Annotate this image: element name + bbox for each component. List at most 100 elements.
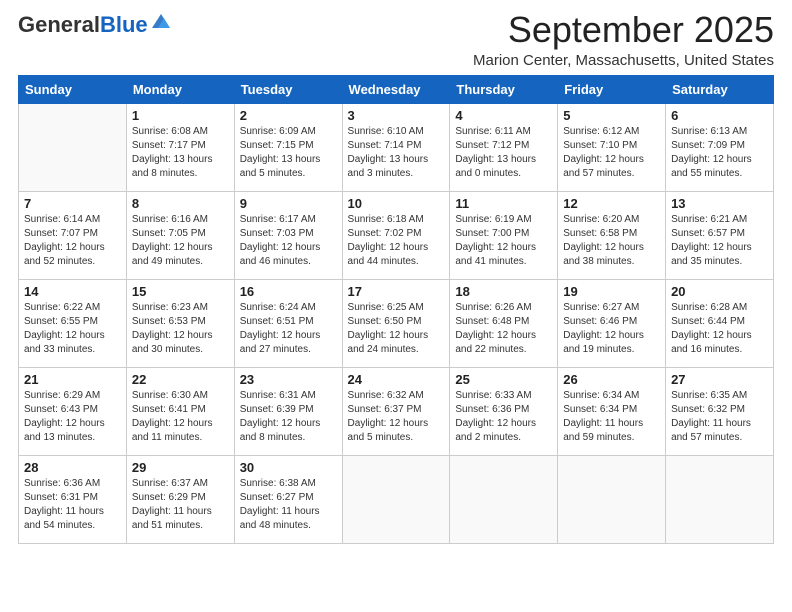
day-info: Sunrise: 6:37 AM Sunset: 6:29 PM Dayligh… — [132, 477, 229, 533]
day-info: Sunrise: 6:16 AM Sunset: 7:05 PM Dayligh… — [132, 213, 229, 269]
calendar-cell: 26 Sunrise: 6:34 AM Sunset: 6:34 PM Dayli… — [558, 367, 666, 455]
day-info: Sunrise: 6:30 AM Sunset: 6:41 PM Dayligh… — [132, 389, 229, 445]
day-number: 12 — [563, 196, 660, 211]
calendar-cell: 25 Sunrise: 6:33 AM Sunset: 6:36 PM Dayli… — [450, 367, 558, 455]
day-number: 30 — [240, 460, 337, 475]
day-number: 20 — [671, 284, 768, 299]
day-info: Sunrise: 6:34 AM Sunset: 6:34 PM Dayligh… — [563, 389, 660, 445]
logo-icon — [150, 10, 172, 32]
day-number: 23 — [240, 372, 337, 387]
day-info: Sunrise: 6:19 AM Sunset: 7:00 PM Dayligh… — [455, 213, 552, 269]
day-number: 18 — [455, 284, 552, 299]
day-number: 27 — [671, 372, 768, 387]
calendar-cell: 19 Sunrise: 6:27 AM Sunset: 6:46 PM Dayli… — [558, 279, 666, 367]
day-info: Sunrise: 6:09 AM Sunset: 7:15 PM Dayligh… — [240, 125, 337, 181]
header-monday: Monday — [126, 75, 234, 103]
day-info: Sunrise: 6:25 AM Sunset: 6:50 PM Dayligh… — [348, 301, 445, 357]
calendar-cell: 30 Sunrise: 6:38 AM Sunset: 6:27 PM Dayli… — [234, 455, 342, 543]
day-info: Sunrise: 6:27 AM Sunset: 6:46 PM Dayligh… — [563, 301, 660, 357]
calendar-cell: 27 Sunrise: 6:35 AM Sunset: 6:32 PM Dayli… — [666, 367, 774, 455]
calendar-cell: 29Sunrise: 6:37 AM Sunset: 6:29 PM Dayli… — [126, 455, 234, 543]
calendar-week-4: 28 Sunrise: 6:36 AM Sunset: 6:31 PM Dayli… — [19, 455, 774, 543]
calendar-cell: 15 Sunrise: 6:23 AM Sunset: 6:53 PM Dayli… — [126, 279, 234, 367]
day-info: Sunrise: 6:28 AM Sunset: 6:44 PM Dayligh… — [671, 301, 768, 357]
day-number: 8 — [132, 196, 229, 211]
calendar-cell: 9Sunrise: 6:17 AM Sunset: 7:03 PM Daylig… — [234, 191, 342, 279]
logo: GeneralBlue — [18, 14, 172, 36]
day-number: 17 — [348, 284, 445, 299]
calendar-week-0: 1 Sunrise: 6:08 AM Sunset: 7:17 PM Daylig… — [19, 103, 774, 191]
day-number: 7 — [24, 196, 121, 211]
calendar-cell: 8 Sunrise: 6:16 AM Sunset: 7:05 PM Daylig… — [126, 191, 234, 279]
day-info: Sunrise: 6:33 AM Sunset: 6:36 PM Dayligh… — [455, 389, 552, 445]
header: GeneralBlue September 2025 Marion Center… — [18, 10, 774, 69]
day-info: Sunrise: 6:10 AM Sunset: 7:14 PM Dayligh… — [348, 125, 445, 181]
day-info: Sunrise: 6:21 AM Sunset: 6:57 PM Dayligh… — [671, 213, 768, 269]
calendar-cell: 6 Sunrise: 6:13 AM Sunset: 7:09 PM Daylig… — [666, 103, 774, 191]
day-number: 15 — [132, 284, 229, 299]
calendar-cell: 24Sunrise: 6:32 AM Sunset: 6:37 PM Dayli… — [342, 367, 450, 455]
calendar-cell: 2 Sunrise: 6:09 AM Sunset: 7:15 PM Daylig… — [234, 103, 342, 191]
header-thursday: Thursday — [450, 75, 558, 103]
day-number: 28 — [24, 460, 121, 475]
header-wednesday: Wednesday — [342, 75, 450, 103]
day-info: Sunrise: 6:14 AM Sunset: 7:07 PM Dayligh… — [24, 213, 121, 269]
day-info: Sunrise: 6:11 AM Sunset: 7:12 PM Dayligh… — [455, 125, 552, 181]
day-number: 6 — [671, 108, 768, 123]
day-info: Sunrise: 6:08 AM Sunset: 7:17 PM Dayligh… — [132, 125, 229, 181]
weekday-header-row: Sunday Monday Tuesday Wednesday Thursday… — [19, 75, 774, 103]
calendar-cell: 3Sunrise: 6:10 AM Sunset: 7:14 PM Daylig… — [342, 103, 450, 191]
day-number: 4 — [455, 108, 552, 123]
calendar-cell: 23Sunrise: 6:31 AM Sunset: 6:39 PM Dayli… — [234, 367, 342, 455]
day-number: 26 — [563, 372, 660, 387]
day-number: 2 — [240, 108, 337, 123]
calendar-week-3: 21Sunrise: 6:29 AM Sunset: 6:43 PM Dayli… — [19, 367, 774, 455]
day-number: 14 — [24, 284, 121, 299]
calendar-cell: 7 Sunrise: 6:14 AM Sunset: 7:07 PM Daylig… — [19, 191, 127, 279]
day-number: 11 — [455, 196, 552, 211]
calendar-cell — [558, 455, 666, 543]
day-info: Sunrise: 6:23 AM Sunset: 6:53 PM Dayligh… — [132, 301, 229, 357]
calendar-body: 1 Sunrise: 6:08 AM Sunset: 7:17 PM Daylig… — [19, 103, 774, 543]
day-info: Sunrise: 6:35 AM Sunset: 6:32 PM Dayligh… — [671, 389, 768, 445]
header-friday: Friday — [558, 75, 666, 103]
calendar-cell: 1 Sunrise: 6:08 AM Sunset: 7:17 PM Daylig… — [126, 103, 234, 191]
day-number: 25 — [455, 372, 552, 387]
calendar-cell: 14 Sunrise: 6:22 AM Sunset: 6:55 PM Dayli… — [19, 279, 127, 367]
logo-blue: Blue — [100, 12, 148, 37]
day-number: 21 — [24, 372, 121, 387]
day-number: 16 — [240, 284, 337, 299]
day-info: Sunrise: 6:38 AM Sunset: 6:27 PM Dayligh… — [240, 477, 337, 533]
day-info: Sunrise: 6:32 AM Sunset: 6:37 PM Dayligh… — [348, 389, 445, 445]
calendar-cell: 12Sunrise: 6:20 AM Sunset: 6:58 PM Dayli… — [558, 191, 666, 279]
calendar-table: Sunday Monday Tuesday Wednesday Thursday… — [18, 75, 774, 544]
calendar-cell: 22 Sunrise: 6:30 AM Sunset: 6:41 PM Dayli… — [126, 367, 234, 455]
calendar-cell: 18 Sunrise: 6:26 AM Sunset: 6:48 PM Dayli… — [450, 279, 558, 367]
page: GeneralBlue September 2025 Marion Center… — [0, 0, 792, 612]
logo-general: General — [18, 12, 100, 37]
day-number: 13 — [671, 196, 768, 211]
day-number: 1 — [132, 108, 229, 123]
day-number: 5 — [563, 108, 660, 123]
day-info: Sunrise: 6:26 AM Sunset: 6:48 PM Dayligh… — [455, 301, 552, 357]
calendar-cell: 20 Sunrise: 6:28 AM Sunset: 6:44 PM Dayli… — [666, 279, 774, 367]
day-info: Sunrise: 6:18 AM Sunset: 7:02 PM Dayligh… — [348, 213, 445, 269]
calendar-cell: 16 Sunrise: 6:24 AM Sunset: 6:51 PM Dayli… — [234, 279, 342, 367]
calendar-week-2: 14 Sunrise: 6:22 AM Sunset: 6:55 PM Dayli… — [19, 279, 774, 367]
day-info: Sunrise: 6:13 AM Sunset: 7:09 PM Dayligh… — [671, 125, 768, 181]
calendar-cell — [450, 455, 558, 543]
day-info: Sunrise: 6:36 AM Sunset: 6:31 PM Dayligh… — [24, 477, 121, 533]
day-info: Sunrise: 6:22 AM Sunset: 6:55 PM Dayligh… — [24, 301, 121, 357]
day-number: 19 — [563, 284, 660, 299]
day-info: Sunrise: 6:24 AM Sunset: 6:51 PM Dayligh… — [240, 301, 337, 357]
calendar-cell: 10Sunrise: 6:18 AM Sunset: 7:02 PM Dayli… — [342, 191, 450, 279]
location: Marion Center, Massachusetts, United Sta… — [473, 52, 774, 69]
calendar-cell: 28 Sunrise: 6:36 AM Sunset: 6:31 PM Dayli… — [19, 455, 127, 543]
calendar-cell — [666, 455, 774, 543]
calendar-cell: 4 Sunrise: 6:11 AM Sunset: 7:12 PM Daylig… — [450, 103, 558, 191]
day-number: 22 — [132, 372, 229, 387]
day-info: Sunrise: 6:12 AM Sunset: 7:10 PM Dayligh… — [563, 125, 660, 181]
day-number: 9 — [240, 196, 337, 211]
header-saturday: Saturday — [666, 75, 774, 103]
month-title: September 2025 — [473, 10, 774, 50]
